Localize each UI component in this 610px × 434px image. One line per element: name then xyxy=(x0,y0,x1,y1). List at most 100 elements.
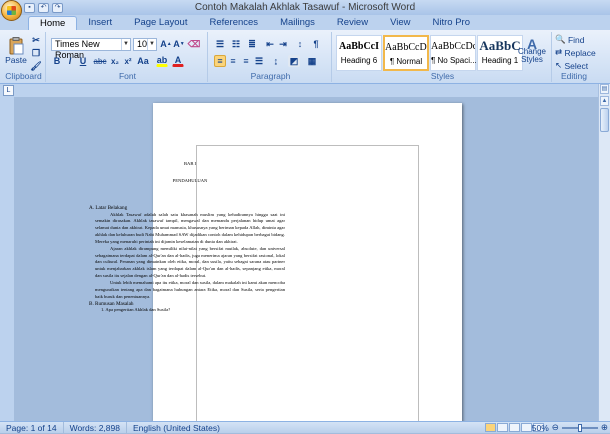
highlight-color-icon[interactable]: ab xyxy=(156,55,168,67)
align-right-button[interactable]: ≡ xyxy=(240,55,252,67)
strikethrough-button[interactable]: abc xyxy=(94,55,107,67)
style-name: Heading 6 xyxy=(340,56,378,65)
styles-group: AaBbCcI Heading 6 AaBbCcDc ¶ Normal AaBb… xyxy=(334,32,552,82)
bold-button[interactable]: B xyxy=(51,55,63,67)
change-styles-button[interactable]: A Change Styles xyxy=(514,33,550,71)
styles-label: Styles xyxy=(430,71,455,81)
tab-mailings[interactable]: Mailings xyxy=(269,16,326,30)
shrink-font-icon[interactable]: A ▼ xyxy=(173,38,185,50)
font-label: Font xyxy=(118,71,136,81)
bullets-icon[interactable]: ☰ xyxy=(214,38,226,50)
font-color-icon[interactable]: A xyxy=(172,55,184,67)
title-bar: ▪ ↶ ↷ Contoh Makalah Akhlak Tasawuf - Mi… xyxy=(0,0,610,15)
outline-icon[interactable] xyxy=(521,423,532,432)
tab-view[interactable]: View xyxy=(379,16,421,30)
align-center-button[interactable]: ≡ xyxy=(227,55,239,67)
paste-button[interactable]: Paste xyxy=(4,33,28,69)
tab-home[interactable]: Home xyxy=(28,16,78,30)
numbering-icon[interactable]: ☷ xyxy=(230,38,242,50)
style-no-spacing[interactable]: AaBbCcDc ¶ No Spaci... xyxy=(430,35,477,71)
section-heading-b: B. Rumusan Masalah xyxy=(89,300,134,307)
tab-nitro-pro[interactable]: Nitro Pro xyxy=(422,16,481,30)
full-screen-reading-icon[interactable] xyxy=(497,423,508,432)
clipboard-label: Clipboard xyxy=(5,71,42,81)
zoom-slider[interactable] xyxy=(561,423,598,432)
section-heading-a: A. Latar Belakang xyxy=(89,204,128,211)
paste-icon xyxy=(9,37,24,55)
vertical-scrollbar[interactable]: ▤ ▲ xyxy=(598,84,610,421)
cursor-icon: ↖ xyxy=(555,60,563,70)
document-body[interactable]: BAB I PENDAHULUAN A. Latar Belakang Akhl… xyxy=(89,161,285,314)
web-layout-icon[interactable] xyxy=(509,423,520,432)
justify-button[interactable]: ☰ xyxy=(253,55,265,67)
style-sample: AaBbCcDc xyxy=(431,41,475,52)
change-case-button[interactable]: Aa xyxy=(137,55,149,67)
editing-group: 🔍 Find ⇄ Replace ↖ Select Editing xyxy=(554,32,597,82)
zoom-slider-thumb[interactable] xyxy=(577,423,582,432)
align-left-button[interactable]: ≡ xyxy=(214,55,226,67)
word-count[interactable]: Words: 2,898 xyxy=(64,421,127,434)
superscript-button[interactable]: x² xyxy=(122,55,134,67)
subscript-button[interactable]: x₂ xyxy=(109,55,121,67)
select-button[interactable]: ↖ Select xyxy=(554,60,589,71)
clear-formatting-icon[interactable]: ⌫ xyxy=(188,38,201,50)
grow-font-icon[interactable]: A ▲ xyxy=(160,38,172,50)
style-heading-6[interactable]: AaBbCcI Heading 6 xyxy=(336,35,382,71)
style-name: ¶ No Spaci... xyxy=(431,56,477,65)
copy-icon[interactable]: ❐ xyxy=(30,47,42,59)
tab-stop-selector-icon[interactable]: L xyxy=(3,85,14,96)
binoculars-icon: 🔍 xyxy=(555,34,566,44)
italic-button[interactable]: I xyxy=(64,55,76,67)
chevron-down-icon: ▼ xyxy=(147,39,156,50)
office-button[interactable] xyxy=(1,0,22,21)
show-hide-pilcrow-icon[interactable]: ¶ xyxy=(310,38,322,50)
cut-icon[interactable]: ✂ xyxy=(30,34,42,46)
font-name-select[interactable]: Times New Roman ▼ xyxy=(51,38,131,60)
select-label: Select xyxy=(564,60,589,71)
tab-references[interactable]: References xyxy=(198,16,269,30)
tab-insert[interactable]: Insert xyxy=(77,16,123,30)
borders-icon[interactable]: ▦ xyxy=(306,55,318,67)
increase-indent-icon[interactable]: ⇥ xyxy=(277,38,289,50)
font-size-value: 10 xyxy=(137,39,148,49)
paragraph-group: ☰ ☷ ≣ ⇤ ⇥ ↕ ¶ ≡ ≡ ≡ ☰ ↨ ◩ ▦ Paragraph xyxy=(210,32,332,82)
language[interactable]: English (United States) xyxy=(127,422,226,434)
office-logo-icon xyxy=(7,6,16,15)
font-size-select[interactable]: 10 ▼ xyxy=(133,38,157,51)
style-sample: AaBbCcDc xyxy=(385,42,427,53)
change-styles-label: Change Styles xyxy=(517,47,547,64)
style-normal[interactable]: AaBbCcDc ¶ Normal xyxy=(383,35,429,71)
ribbon: Paste ✂ ❐ 🖌 Clipboard Times New Roman ▼ 1… xyxy=(0,30,610,84)
find-button[interactable]: 🔍 Find xyxy=(554,34,586,45)
ruler-bar: L xyxy=(0,84,610,97)
scroll-up-icon[interactable]: ▲ xyxy=(600,96,609,106)
print-layout-icon[interactable] xyxy=(485,423,496,432)
shading-icon[interactable]: ◩ xyxy=(288,55,300,67)
editing-label: Editing xyxy=(561,71,587,81)
zoom-in-icon[interactable]: ⊕ xyxy=(601,422,608,433)
style-name: ¶ Normal xyxy=(389,57,423,66)
line-spacing-icon[interactable]: ↨ xyxy=(270,55,282,67)
replace-icon: ⇄ xyxy=(555,47,563,57)
replace-button[interactable]: ⇄ Replace xyxy=(554,47,597,58)
decrease-indent-icon[interactable]: ⇤ xyxy=(264,38,276,50)
sort-icon[interactable]: ↕ xyxy=(294,38,306,50)
style-sample: AaBbCcI xyxy=(338,41,379,52)
replace-label: Replace xyxy=(564,47,596,58)
tab-page-layout[interactable]: Page Layout xyxy=(123,16,198,30)
paragraph-3: Untuk lebih memahami apa itu etika, mora… xyxy=(95,279,285,299)
tab-review[interactable]: Review xyxy=(326,16,379,30)
list-item: 1. Apa pengertian Akhlak dan Susila? xyxy=(101,307,171,313)
multilevel-list-icon[interactable]: ≣ xyxy=(246,38,258,50)
zoom-level[interactable]: 50% xyxy=(532,423,549,433)
find-label: Find xyxy=(567,34,585,45)
underline-button[interactable]: U xyxy=(77,55,89,67)
vertical-ruler-area xyxy=(0,97,14,421)
document-workspace[interactable]: BAB I PENDAHULUAN A. Latar Belakang Akhl… xyxy=(14,97,598,421)
ruler-toggle-icon[interactable]: ▤ xyxy=(600,84,609,94)
zoom-out-icon[interactable]: ⊖ xyxy=(552,422,559,433)
page-count[interactable]: Page: 1 of 14 xyxy=(0,421,64,434)
chapter-number: BAB I xyxy=(183,161,197,166)
status-bar: Page: 1 of 14 Words: 2,898 English (Unit… xyxy=(0,421,610,434)
scrollbar-thumb[interactable] xyxy=(600,108,609,132)
